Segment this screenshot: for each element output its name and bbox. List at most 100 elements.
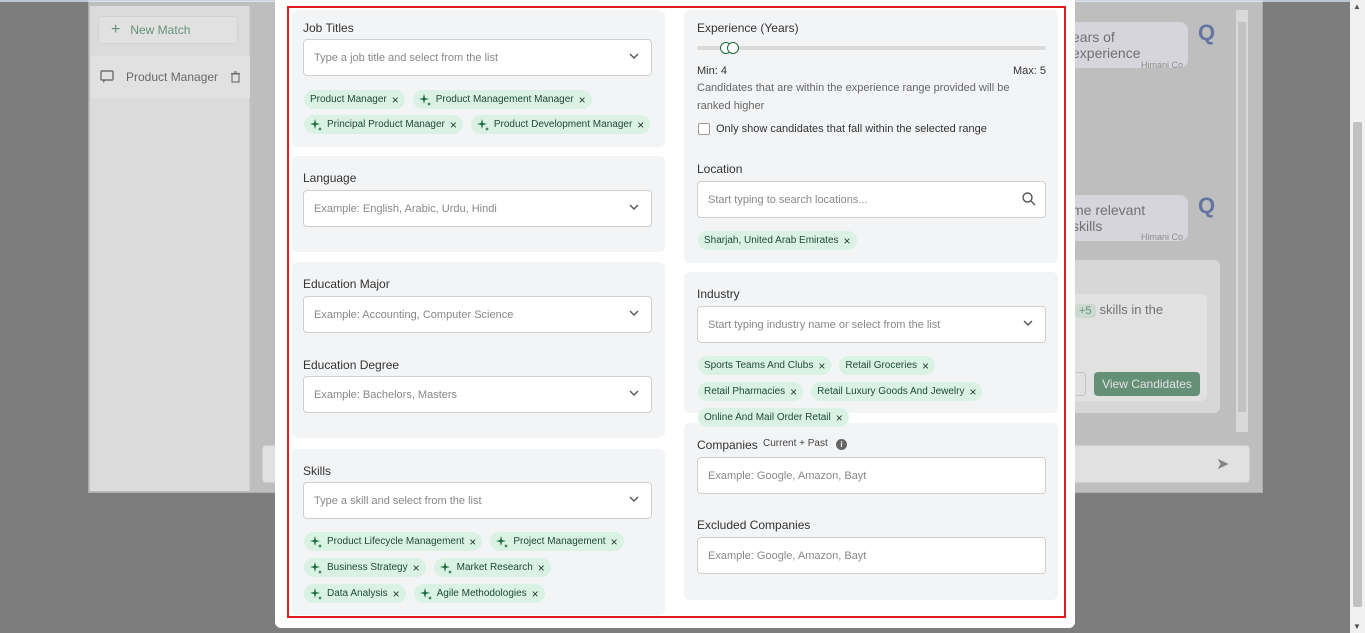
- industry-placeholder: Start typing industry name or select fro…: [708, 318, 941, 331]
- remove-tag-icon[interactable]: ×: [844, 235, 851, 247]
- job-titles-tags: Product Manager × Product Management Mana…: [304, 90, 654, 134]
- tag-label: Online And Mail Order Retail: [704, 412, 831, 423]
- chevron-down-icon: [629, 496, 639, 502]
- tag-industry: Retail Groceries ×: [839, 356, 936, 375]
- skills-placeholder: Type a skill and select from the list: [314, 494, 482, 507]
- location-label: Location: [697, 162, 743, 176]
- new-match-label: New Match: [130, 23, 191, 37]
- tag-label: Retail Pharmacies: [704, 386, 786, 397]
- assistant-avatar-icon: Q: [1198, 193, 1216, 218]
- remove-tag-icon[interactable]: ×: [637, 119, 644, 131]
- language-label: Language: [303, 171, 357, 185]
- chat-scrollbar[interactable]: [1236, 10, 1248, 432]
- result-card-label: skills in the: [1099, 302, 1164, 317]
- result-card-text: +5 skills in the: [1075, 302, 1163, 318]
- education-degree-placeholder: Example: Bachelors, Masters: [314, 388, 458, 401]
- job-titles-select[interactable]: Type a job title and select from the lis…: [303, 39, 652, 76]
- page-scrollbar[interactable]: ▲ ▼: [1350, 0, 1365, 633]
- industry-tags: Sports Teams And Clubs × Retail Groceries…: [698, 356, 1048, 427]
- sparkle-icon: [419, 587, 432, 600]
- trash-icon[interactable]: [230, 71, 241, 83]
- companies-placeholder: Example: Google, Amazon, Bayt: [708, 469, 867, 482]
- scroll-down-icon[interactable]: ▼: [1353, 622, 1361, 631]
- chat-icon: [100, 70, 114, 83]
- tag-label: Project Management: [513, 536, 606, 547]
- assistant-avatar-icon: Q: [1198, 20, 1216, 45]
- tag-job-title: Product Development Manager ×: [470, 115, 651, 134]
- plus-icon: +: [111, 21, 121, 38]
- page-scrollbar-thumb[interactable]: [1353, 122, 1362, 607]
- tag-skill: Business Strategy ×: [304, 558, 426, 577]
- sparkle-icon: [310, 561, 322, 574]
- chat-message-text: me relevant skills: [1072, 202, 1146, 234]
- tag-label: Market Research: [456, 562, 533, 573]
- experience-label: Experience (Years): [697, 21, 799, 35]
- industry-select[interactable]: Start typing industry name or select fro…: [697, 306, 1046, 343]
- tag-industry: Retail Pharmacies ×: [698, 382, 804, 401]
- sparkle-icon: [310, 587, 322, 600]
- chat-item-label: Product Manager: [126, 70, 219, 84]
- new-match-button[interactable]: + New Match: [98, 16, 238, 44]
- tag-label: Retail Luxury Goods And Jewelry: [817, 386, 965, 397]
- tag-location: Sharjah, United Arab Emirates ×: [698, 231, 857, 250]
- view-candidates-button[interactable]: View Candidates: [1094, 372, 1200, 396]
- chevron-down-icon: [1023, 320, 1033, 326]
- remove-tag-icon[interactable]: ×: [393, 588, 400, 600]
- chevron-down-icon: [629, 53, 639, 59]
- education-degree-label: Education Degree: [303, 358, 400, 372]
- sparkle-icon: [418, 93, 431, 106]
- excluded-companies-label: Excluded Companies: [697, 518, 811, 532]
- remove-tag-icon[interactable]: ×: [450, 119, 457, 131]
- chat-sidebar: + New Match Product Manager: [90, 6, 250, 491]
- remove-tag-icon[interactable]: ×: [611, 536, 618, 548]
- remove-tag-icon[interactable]: ×: [836, 412, 843, 424]
- tag-label: Business Strategy: [327, 562, 408, 573]
- tag-skill: Market Research ×: [433, 558, 551, 577]
- remove-tag-icon[interactable]: ×: [922, 360, 929, 372]
- tag-skill: Product Lifecycle Management ×: [304, 532, 483, 551]
- remove-tag-icon[interactable]: ×: [969, 386, 976, 398]
- sparkle-icon: [310, 118, 322, 131]
- remove-tag-icon[interactable]: ×: [532, 588, 539, 600]
- tag-job-title: Product Manager ×: [304, 90, 405, 109]
- remove-tag-icon[interactable]: ×: [579, 94, 586, 106]
- education-major-select[interactable]: Example: Accounting, Computer Science: [303, 296, 652, 333]
- remove-tag-icon[interactable]: ×: [818, 360, 825, 372]
- education-degree-select[interactable]: Example: Bachelors, Masters: [303, 376, 652, 413]
- sparkle-icon: [496, 535, 509, 548]
- info-icon[interactable]: i: [836, 439, 847, 450]
- remove-tag-icon[interactable]: ×: [790, 386, 797, 398]
- chat-scrollbar-thumb[interactable]: [1238, 22, 1246, 412]
- remove-tag-icon[interactable]: ×: [392, 94, 399, 106]
- location-search-input[interactable]: Start typing to search locations...: [697, 181, 1046, 218]
- message-author: Himani Co: [1141, 232, 1184, 242]
- companies-label: Companies: [697, 438, 758, 452]
- tag-label: Product Manager: [310, 94, 387, 105]
- tag-skill: Project Management ×: [490, 532, 624, 551]
- plus-count-badge: +5: [1075, 304, 1096, 318]
- skills-label: Skills: [303, 464, 332, 478]
- experience-max-value: Max: 5: [1013, 65, 1047, 77]
- tag-label: Product Lifecycle Management: [327, 536, 465, 547]
- experience-hint: Candidates that are within the experienc…: [697, 82, 1010, 112]
- remove-tag-icon[interactable]: ×: [469, 536, 476, 548]
- tag-label: Product Development Manager: [493, 119, 633, 130]
- range-only-checkbox[interactable]: [698, 123, 710, 135]
- remove-tag-icon[interactable]: ×: [413, 562, 420, 574]
- sparkle-icon: [476, 118, 489, 131]
- companies-input[interactable]: Example: Google, Amazon, Bayt: [697, 457, 1046, 494]
- chat-item-product-manager[interactable]: Product Manager: [90, 56, 250, 98]
- experience-max-handle[interactable]: [727, 42, 739, 54]
- language-placeholder: Example: English, Arabic, Urdu, Hindi: [314, 202, 497, 215]
- job-titles-label: Job Titles: [303, 21, 354, 35]
- remove-tag-icon[interactable]: ×: [538, 562, 545, 574]
- scroll-up-icon[interactable]: ▲: [1353, 2, 1361, 11]
- tag-label: Retail Groceries: [845, 360, 918, 371]
- send-icon[interactable]: ➤: [1216, 454, 1229, 474]
- excluded-companies-placeholder: Example: Google, Amazon, Bayt: [708, 549, 867, 562]
- tag-label: Principal Product Manager: [327, 119, 445, 130]
- skills-select[interactable]: Type a skill and select from the list: [303, 482, 652, 519]
- language-select[interactable]: Example: English, Arabic, Urdu, Hindi: [303, 190, 652, 227]
- experience-slider[interactable]: [697, 46, 1046, 50]
- excluded-companies-input[interactable]: Example: Google, Amazon, Bayt: [697, 537, 1046, 574]
